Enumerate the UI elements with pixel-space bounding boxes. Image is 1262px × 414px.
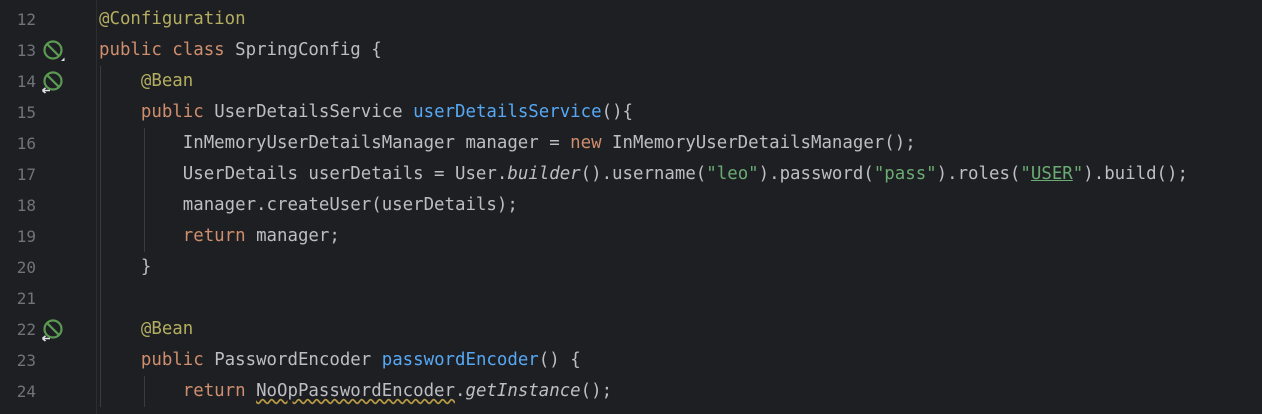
string-literal: " (1020, 163, 1031, 184)
spring-bean-navigate-icon[interactable] (41, 70, 65, 94)
code-text-line[interactable]: public class SpringConfig { (99, 35, 382, 66)
string-literal: "pass" (873, 163, 937, 184)
code-editor[interactable]: 12 @Configuration 13 public class SpringCon… (0, 0, 1262, 414)
keyword: public class (99, 39, 236, 60)
code-text-line[interactable]: manager.createUser(userDetails); (99, 190, 518, 221)
line-number[interactable]: 17 (0, 159, 36, 190)
code-text: ).roles( (936, 163, 1021, 184)
code-text: InMemoryUserDetailsManager manager = (99, 132, 571, 153)
code-text-line[interactable]: @Bean (99, 66, 193, 97)
code-line[interactable]: 12 @Configuration (0, 4, 1262, 35)
code-text-line[interactable]: InMemoryUserDetailsManager manager = new… (99, 128, 916, 159)
line-number[interactable]: 21 (0, 283, 36, 314)
code-text: (); (580, 380, 613, 401)
annotation: @Configuration (99, 8, 246, 29)
code-text: () { (538, 349, 581, 370)
method-name: passwordEncoder (381, 349, 539, 370)
code-line[interactable]: 20 } (0, 252, 1262, 283)
code-line[interactable]: 22 @Bean (0, 314, 1262, 345)
indent-guide (143, 127, 145, 252)
line-number[interactable]: 15 (0, 97, 36, 128)
code-line[interactable]: 14 @Bean (0, 66, 1262, 97)
static-method-call: builder (507, 163, 581, 184)
code-line[interactable]: 16 InMemoryUserDetailsManager manager = … (0, 128, 1262, 159)
code-text: (){ (601, 101, 634, 122)
keyword: new (570, 132, 613, 153)
code-text-line[interactable]: public PasswordEncoder passwordEncoder()… (99, 345, 581, 376)
code-text-line[interactable]: return NoOpPasswordEncoder.getInstance()… (99, 376, 612, 407)
code-text-line[interactable]: return manager; (99, 221, 340, 252)
code-line[interactable]: 21 (0, 283, 1262, 314)
keyword: public (140, 349, 215, 370)
code-text: PasswordEncoder (214, 349, 382, 370)
deprecated-class: NoOpPasswordEncoder (256, 380, 455, 401)
line-number[interactable]: 12 (0, 4, 36, 35)
string-literal-underlined: USER (1030, 163, 1073, 184)
code-text: ().username( (580, 163, 707, 184)
code-text: InMemoryUserDetailsManager(); (612, 132, 916, 153)
line-number[interactable]: 19 (0, 221, 36, 252)
string-literal: "leo" (706, 163, 759, 184)
line-number[interactable]: 20 (0, 252, 36, 283)
code-text: . (455, 380, 466, 401)
code-line[interactable]: 23 public PasswordEncoder passwordEncode… (0, 345, 1262, 376)
string-literal: " (1072, 163, 1084, 184)
code-text: SpringConfig { (235, 39, 382, 60)
code-text-line[interactable]: @Bean (99, 314, 193, 345)
code-line[interactable]: 19 return manager; (0, 221, 1262, 252)
keyword: return (182, 225, 257, 246)
code-text: UserDetailsService (214, 101, 414, 122)
code-text-line[interactable]: public UserDetailsService userDetailsSer… (99, 97, 633, 128)
method-name: userDetailsService (413, 101, 602, 122)
indent-guide (143, 375, 145, 407)
line-number[interactable]: 18 (0, 190, 36, 221)
line-number[interactable]: 24 (0, 376, 36, 407)
code-text: manager.createUser(userDetails); (99, 194, 518, 215)
line-number[interactable]: 14 (0, 66, 36, 97)
code-line[interactable]: 24 return NoOpPasswordEncoder.getInstanc… (0, 376, 1262, 407)
static-method-call: getInstance (465, 380, 581, 401)
code-line[interactable]: 18 manager.createUser(userDetails); (0, 190, 1262, 221)
code-text-line[interactable]: @Configuration (99, 4, 246, 35)
code-text: } (99, 256, 152, 277)
code-text: UserDetails userDetails = User. (99, 163, 508, 184)
annotation: @Bean (140, 70, 194, 91)
keyword: return (182, 380, 257, 401)
annotation: @Bean (140, 318, 194, 339)
code-text: ).password( (758, 163, 874, 184)
line-number[interactable]: 22 (0, 314, 36, 345)
indent-guide (100, 65, 101, 407)
code-line[interactable]: 17 UserDetails userDetails = User.builde… (0, 159, 1262, 190)
line-number[interactable]: 16 (0, 128, 36, 159)
code-text-line[interactable]: } (99, 252, 151, 283)
spring-bean-icon[interactable] (41, 39, 65, 63)
code-line[interactable]: 13 public class SpringConfig { (0, 35, 1262, 66)
code-text: manager; (256, 225, 340, 246)
code-text: ).build(); (1083, 163, 1188, 184)
code-line[interactable]: 15 public UserDetailsService userDetails… (0, 97, 1262, 128)
keyword: public (140, 101, 215, 122)
spring-bean-navigate-icon[interactable] (41, 318, 65, 342)
code-text-line[interactable]: UserDetails userDetails = User.builder()… (99, 159, 1188, 190)
line-number[interactable]: 13 (0, 35, 36, 66)
line-number[interactable]: 23 (0, 345, 36, 376)
